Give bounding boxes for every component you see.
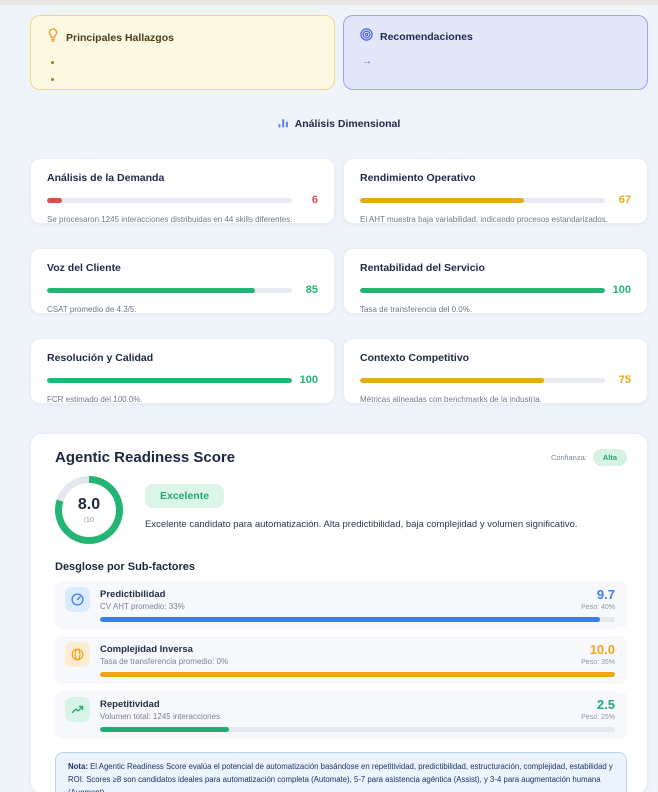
progress-track: [360, 378, 605, 383]
bullet-dot: [51, 61, 54, 64]
bullet-dot: [51, 78, 54, 81]
progress-track: [360, 198, 605, 203]
dimension-grid: Análisis de la Demanda 6 Se procesaron 1…: [30, 158, 648, 404]
recommendations-title: Recomendaciones: [380, 31, 473, 43]
dimension-description: El AHT muestra baja variabilidad, indica…: [360, 215, 631, 224]
subfactor-track: [100, 727, 615, 732]
dimension-card: Voz del Cliente 85 CSAT promedio de 4.3/…: [30, 248, 335, 314]
confidence: Confianza: Alta: [551, 449, 627, 466]
progress-fill: [360, 288, 605, 293]
note-text: El Agentic Readiness Score evalúa el pot…: [68, 762, 613, 792]
breakdown-title: Desglose por Sub-factores: [55, 561, 627, 573]
note-label: Nota:: [68, 762, 88, 771]
subfactor-fill: [100, 727, 229, 732]
note-box: Nota: El Agentic Readiness Score evalúa …: [55, 752, 627, 792]
subfactor-weight: Peso: 35%: [581, 659, 615, 666]
dimension-card: Rentabilidad del Servicio 100 Tasa de tr…: [343, 248, 648, 314]
dimension-score: 67: [613, 194, 631, 206]
dimension-description: FCR estimado del 100.0%.: [47, 395, 318, 404]
progress-fill: [360, 198, 524, 203]
dimension-score: 75: [613, 374, 631, 386]
dimension-description: Se procesaron 1245 interacciones distrib…: [47, 215, 318, 224]
rating-badge: Excelente: [145, 484, 224, 508]
subfactor-weight: Peso: 25%: [581, 714, 615, 721]
subfactor-fill: [100, 672, 615, 677]
lightbulb-icon: [47, 28, 59, 47]
section-analisis-header: Análisis Dimensional: [30, 115, 648, 133]
circles-icon: [65, 642, 90, 667]
dimension-card: Análisis de la Demanda 6 Se procesaron 1…: [30, 158, 335, 224]
dimension-description: Métricas alineadas con benchmarks de la …: [360, 395, 631, 404]
confidence-badge: Alta: [593, 449, 627, 466]
progress-track: [47, 288, 292, 293]
section-title: Análisis Dimensional: [295, 118, 401, 130]
subfactor-detail: Volumen total: 1245 interacciones: [100, 712, 220, 721]
dimension-card: Rendimiento Operativo 67 El AHT muestra …: [343, 158, 648, 224]
dimension-description: Tasa de transferencia del 0.0%.: [360, 305, 631, 314]
subfactor-weight: Peso: 40%: [581, 604, 615, 611]
progress-track: [47, 378, 292, 383]
progress-fill: [47, 288, 255, 293]
report-page: Principales Hallazgos: [0, 0, 658, 792]
subfactor-row: Repetitividad Volumen total: 1245 intera…: [55, 691, 627, 739]
subfactor-detail: Tasa de transferencia promedio: 0%: [100, 657, 228, 666]
subfactor-score: 9.7: [581, 588, 615, 601]
readiness-card: Agentic Readiness Score Confianza: Alta …: [30, 433, 648, 792]
subfactor-name: Complejidad Inversa: [100, 644, 228, 655]
dimension-title: Rendimiento Operativo: [360, 172, 631, 184]
subfactor-name: Repetitividad: [100, 699, 220, 710]
summary-row: Principales Hallazgos: [30, 15, 648, 90]
subfactor-track: [100, 672, 615, 677]
recommendation-arrow: →: [362, 56, 631, 67]
findings-title: Principales Hallazgos: [66, 32, 174, 44]
gauge-icon: [65, 587, 90, 612]
dimension-score: 85: [300, 284, 318, 296]
subfactor-score: 2.5: [581, 698, 615, 711]
dimension-score: 100: [613, 284, 631, 296]
finding-item: [51, 61, 318, 64]
gauge-score: 8.0: [78, 497, 100, 513]
dimension-card: Resolución y Calidad 100 FCR estimado de…: [30, 338, 335, 404]
dimension-title: Análisis de la Demanda: [47, 172, 318, 184]
subfactor-row: Predictibilidad CV AHT promedio: 33% 9.7…: [55, 581, 627, 629]
readiness-title: Agentic Readiness Score: [55, 449, 235, 466]
confidence-label: Confianza:: [551, 453, 587, 462]
subfactor-track: [100, 617, 615, 622]
dimension-score: 6: [300, 194, 318, 206]
dimension-title: Resolución y Calidad: [47, 352, 318, 364]
progress-fill: [47, 198, 62, 203]
dimension-title: Rentabilidad del Servicio: [360, 262, 631, 274]
readiness-summary: Excelente candidato para automatización.…: [145, 519, 578, 530]
subfactor-row: Complejidad Inversa Tasa de transferenci…: [55, 636, 627, 684]
subfactor-fill: [100, 617, 600, 622]
target-icon: [360, 28, 373, 46]
progress-fill: [360, 378, 544, 383]
progress-track: [360, 288, 605, 293]
progress-track: [47, 198, 292, 203]
bar-chart-icon: [278, 115, 289, 133]
subfactor-detail: CV AHT promedio: 33%: [100, 602, 185, 611]
dimension-card: Contexto Competitivo 75 Métricas alinead…: [343, 338, 648, 404]
subfactor-name: Predictibilidad: [100, 589, 185, 600]
trend-up-icon: [65, 697, 90, 722]
finding-item: [51, 78, 318, 81]
subfactor-score: 10.0: [581, 643, 615, 656]
dimension-description: CSAT promedio de 4.3/5.: [47, 305, 318, 314]
dimension-score: 100: [300, 374, 318, 386]
progress-fill: [47, 378, 292, 383]
findings-card: Principales Hallazgos: [30, 15, 335, 90]
dimension-title: Voz del Cliente: [47, 262, 318, 274]
dimension-title: Contexto Competitivo: [360, 352, 631, 364]
gauge-max: /10: [84, 515, 94, 524]
score-gauge: 8.0 /10: [55, 476, 123, 544]
recommendations-card: Recomendaciones →: [343, 15, 648, 90]
